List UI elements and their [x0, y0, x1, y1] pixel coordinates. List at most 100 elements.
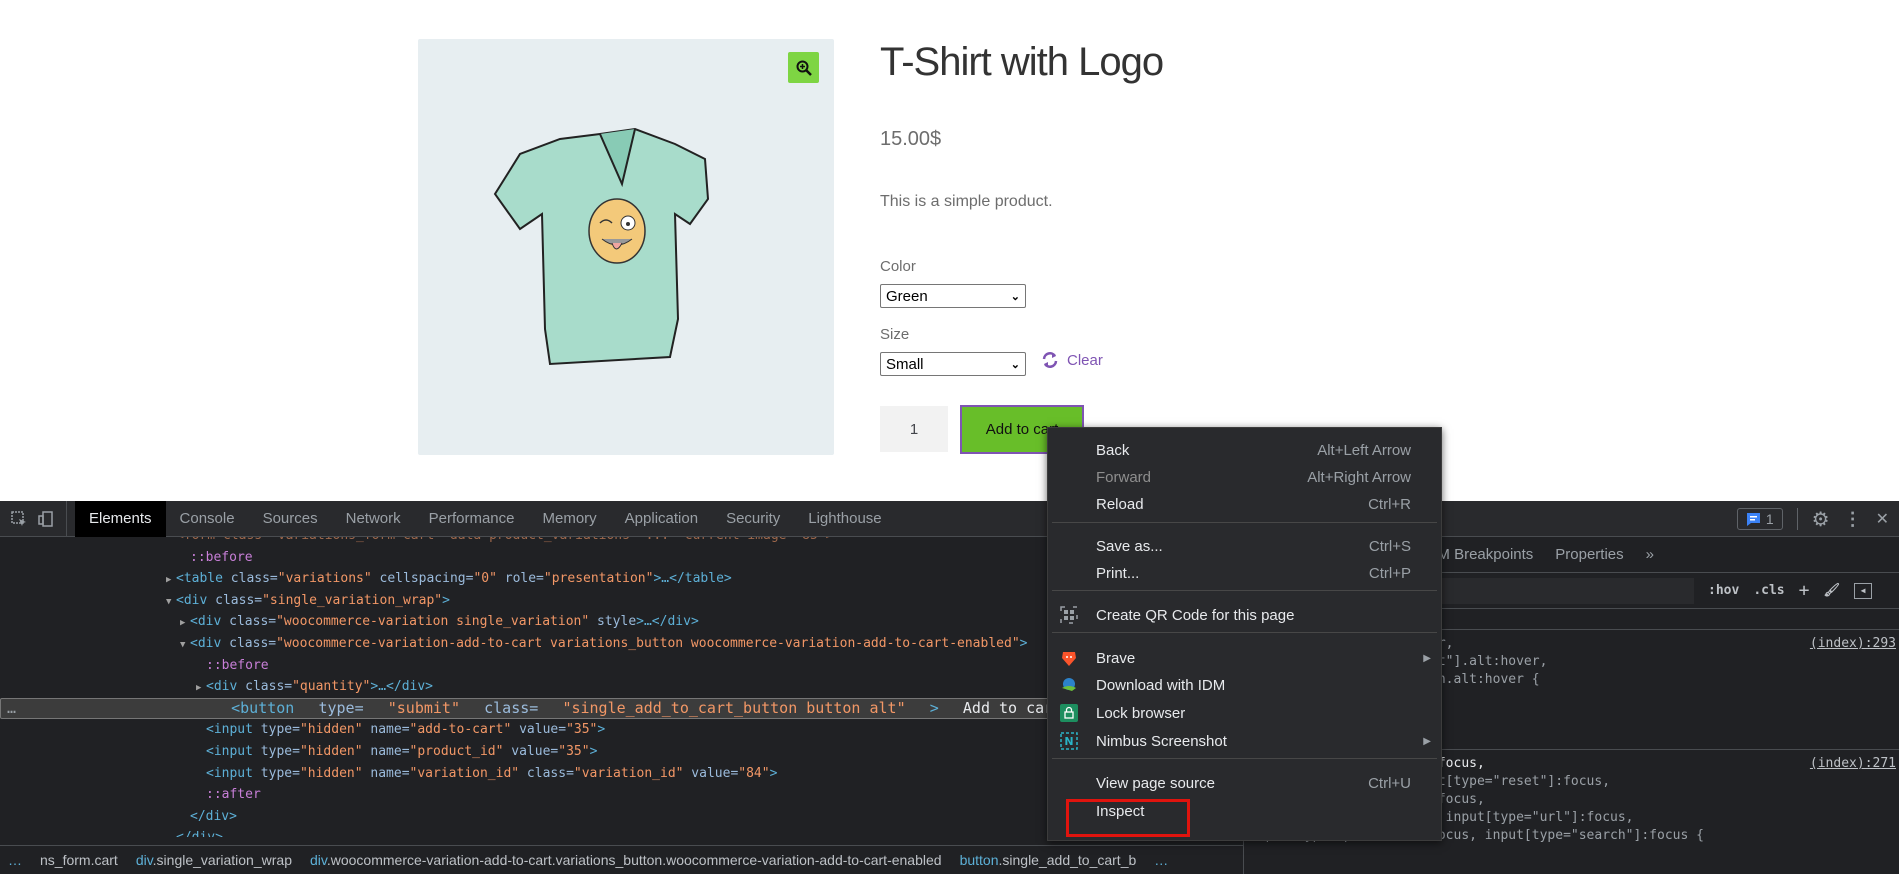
product-gallery [418, 39, 834, 455]
attr-name: class= [221, 614, 277, 630]
menu-separator [1052, 758, 1437, 759]
hov-toggle[interactable]: :hov [1708, 583, 1739, 598]
breadcrumb-item[interactable]: div.single_variation_wrap [136, 852, 292, 868]
attr-name: class= [237, 679, 293, 695]
menu-item-label: Inspect [1096, 802, 1145, 820]
tab-performance[interactable]: Performance [415, 501, 529, 537]
attr-value: "hidden" [299, 722, 363, 738]
menu-item-print[interactable]: Print... Ctrl+P [1048, 559, 1441, 587]
menu-item-reload[interactable]: Reload Ctrl+R [1048, 490, 1441, 518]
pseudo-element: ::after [206, 787, 261, 803]
collapsed-triangle-icon[interactable]: ▶ [180, 613, 190, 635]
styles-tab[interactable]: » [1635, 546, 1665, 563]
color-select-value: Green [886, 287, 928, 305]
collapsed-content: …</div> [643, 614, 699, 630]
pseudo-element: ::before [206, 657, 269, 673]
toggle-sidebar-icon[interactable]: ◀ [1853, 582, 1872, 599]
styles-tab[interactable]: Properties [1544, 546, 1634, 563]
attr-name: name= [362, 765, 410, 781]
tab-application[interactable]: Application [611, 501, 712, 537]
svg-text:N: N [1064, 735, 1073, 748]
quantity-input[interactable]: 1 [880, 406, 948, 452]
closing-tag: </div> [176, 830, 223, 837]
menu-item-label: Lock browser [1096, 704, 1186, 722]
menu-item-shortcut: Ctrl+S [1368, 537, 1411, 555]
tag-close-bracket: > [597, 722, 606, 738]
gallery-zoom-button[interactable] [788, 52, 819, 83]
device-toolbar-icon[interactable] [38, 510, 56, 528]
breadcrumb-item[interactable]: div.woocommerce-variation-add-to-cart.va… [310, 852, 942, 868]
tag-close-bracket: > [442, 592, 450, 608]
attr-value: "35" [558, 744, 590, 759]
tag-close-bracket: > [589, 744, 598, 759]
menu-item-back[interactable]: Back Alt+Left Arrow [1048, 436, 1441, 464]
inspect-element-icon[interactable] [10, 510, 28, 528]
breadcrumb-item[interactable]: … [1154, 852, 1168, 868]
collapsed-content: …</div> [378, 679, 434, 695]
breadcrumb-item[interactable]: … [8, 852, 22, 868]
settings-gear-icon[interactable]: ⚙ [1812, 507, 1830, 532]
menu-item-save-as[interactable]: Save as... Ctrl+S [1048, 532, 1441, 560]
refresh-icon [1042, 352, 1058, 368]
menu-item-brave[interactable]: Brave ▶ [1048, 644, 1441, 672]
breadcrumb-tag: div [135, 852, 153, 868]
tag-open: <div [190, 636, 222, 651]
menu-item-shortcut: Ctrl+R [1368, 495, 1411, 513]
close-devtools-icon[interactable]: ✕ [1876, 509, 1889, 529]
collapsed-triangle-icon[interactable]: ▶ [166, 570, 176, 592]
new-rule-button[interactable]: + [1799, 580, 1810, 601]
color-select[interactable]: Green ⌄ [880, 284, 1026, 308]
tab-elements[interactable]: Elements [75, 500, 166, 537]
product-price: 15.00$ [880, 128, 942, 150]
issues-badge[interactable]: 1 [1736, 508, 1783, 530]
tag-open: <input [206, 722, 253, 738]
expanded-triangle-icon[interactable]: ▼ [166, 592, 176, 614]
closing-tag: </div> [190, 808, 237, 824]
attr-name: class= [519, 765, 574, 781]
collapsed-triangle-icon[interactable]: ▶ [196, 678, 206, 700]
menu-item-label: Download with IDM [1096, 676, 1226, 694]
tab-lighthouse[interactable]: Lighthouse [794, 501, 895, 537]
tab-security[interactable]: Security [712, 501, 794, 537]
color-label: Color [880, 258, 916, 275]
context-menu: Back Alt+Left Arrow Forward Alt+Right Arrow… [1047, 427, 1442, 841]
attr-value: "35" [566, 722, 598, 738]
menu-item-download-with-idm[interactable]: Download with IDM [1048, 671, 1441, 699]
tshirt-image[interactable] [490, 119, 762, 379]
breadcrumb-item[interactable]: ns_form.cart [40, 852, 118, 868]
node-actions-icon[interactable]: … [7, 698, 16, 720]
rule-source-link[interactable]: (index):271 [1810, 755, 1896, 773]
menu-item-shortcut: Alt+Right Arrow [1307, 468, 1411, 486]
attr-name: name= [362, 722, 410, 738]
menu-item-view-page-source[interactable]: View page source Ctrl+U [1048, 769, 1441, 797]
tab-memory[interactable]: Memory [529, 501, 611, 537]
rule-source-link[interactable]: (index):293 [1810, 635, 1896, 653]
menu-item-create-qr-code-for-this-page[interactable]: Create QR Code for this page [1048, 601, 1441, 629]
tab-console[interactable]: Console [166, 501, 249, 537]
menu-item-shortcut: Ctrl+P [1368, 564, 1411, 582]
attr-value: "woocommerce-variation-add-to-cart varia… [276, 636, 1020, 651]
cls-toggle[interactable]: .cls [1753, 583, 1784, 598]
breadcrumb-item[interactable]: button.single_add_to_cart_b [960, 852, 1137, 868]
qr-code-icon [1059, 605, 1079, 625]
menu-item-nimbus-screenshot[interactable]: N Nimbus Screenshot ▶ [1048, 727, 1441, 755]
tab-network[interactable]: Network [332, 501, 415, 537]
chevron-down-icon: ⌄ [1010, 290, 1020, 303]
attr-value: "hidden" [299, 744, 363, 759]
clear-variations-link[interactable]: Clear [1041, 351, 1103, 369]
paint-brush-icon[interactable]: 🖌 [1823, 583, 1840, 598]
tag-open: <div [190, 614, 222, 630]
more-options-icon[interactable]: ⋮ [1844, 509, 1862, 530]
attr-value: "0" [473, 571, 497, 587]
menu-item-inspect[interactable]: Inspect [1048, 797, 1441, 825]
menu-item-lock-browser[interactable]: Lock browser [1048, 699, 1441, 727]
menu-item-shortcut: Ctrl+U [1368, 774, 1411, 792]
attr-name: style [589, 614, 637, 630]
submenu-arrow-icon: ▶ [1423, 652, 1431, 664]
tab-sources[interactable]: Sources [249, 501, 332, 537]
attr-value: "variation_id" [409, 765, 520, 781]
tag-open: <div [176, 592, 208, 608]
size-select[interactable]: Small ⌄ [880, 352, 1026, 376]
expanded-triangle-icon[interactable]: ▼ [180, 635, 190, 657]
attr-name: value= [683, 765, 739, 781]
